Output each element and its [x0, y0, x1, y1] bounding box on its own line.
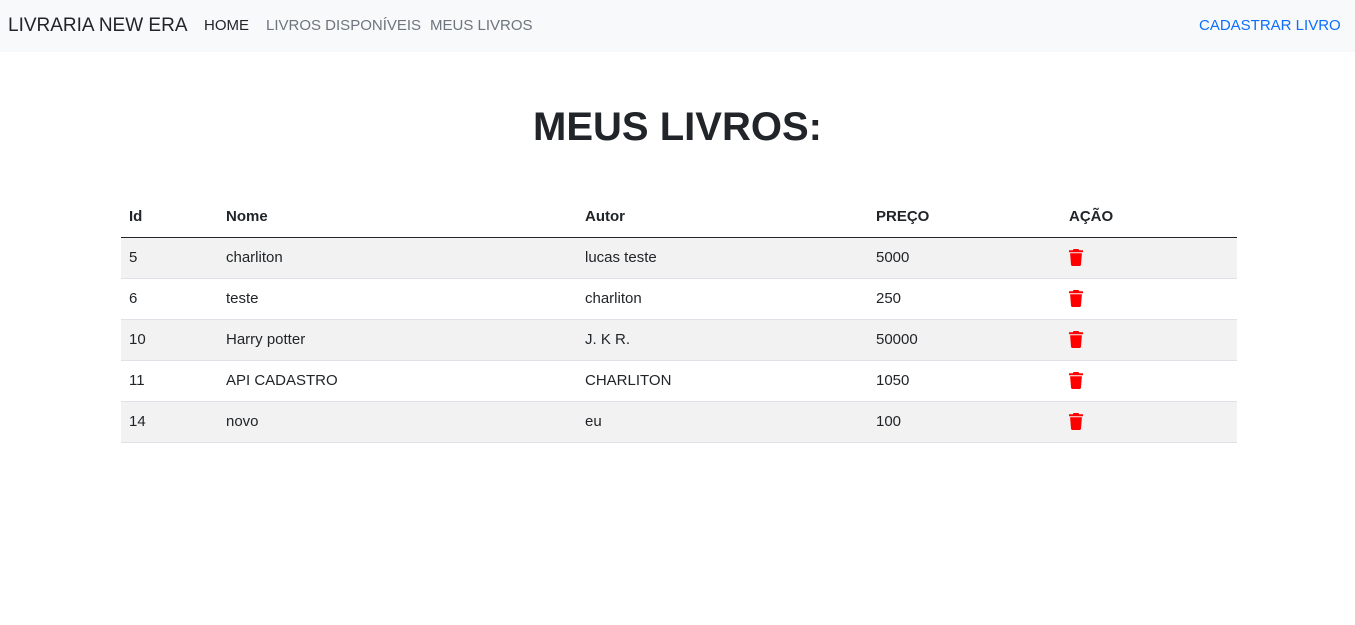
cell-preco: 100: [868, 401, 1061, 443]
table-header-row: Id Nome Autor PREÇO AÇÃO: [121, 197, 1237, 238]
table-header: Id Nome Autor PREÇO AÇÃO: [121, 197, 1237, 238]
cell-id: 11: [121, 360, 218, 402]
header-autor: Autor: [577, 197, 868, 238]
nav-meus-livros[interactable]: MEUS LIVROS: [430, 16, 533, 36]
cell-acao: [1061, 360, 1237, 402]
navbar: LIVRARIA NEW ERA HOME LIVROS DISPONÍVEIS…: [0, 0, 1355, 52]
table-row: 10 Harry potter J. K R. 50000: [121, 319, 1237, 361]
cell-acao: [1061, 237, 1237, 279]
cell-nome: API CADASTRO: [218, 360, 577, 402]
cell-preco: 50000: [868, 319, 1061, 361]
cell-nome: Harry potter: [218, 319, 577, 361]
cell-id: 10: [121, 319, 218, 361]
books-table: Id Nome Autor PREÇO AÇÃO 5 charliton luc…: [121, 197, 1237, 443]
table-row: 14 novo eu 100: [121, 401, 1237, 443]
cell-preco: 1050: [868, 360, 1061, 402]
cell-autor: eu: [577, 401, 868, 443]
cell-autor: J. K R.: [577, 319, 868, 361]
cell-id: 6: [121, 278, 218, 320]
cell-preco: 250: [868, 278, 1061, 320]
cell-preco: 5000: [868, 237, 1061, 279]
cell-acao: [1061, 401, 1237, 443]
trash-icon[interactable]: [1069, 413, 1083, 431]
cell-acao: [1061, 319, 1237, 361]
header-id: Id: [121, 197, 218, 238]
cell-autor: charliton: [577, 278, 868, 320]
cell-autor: CHARLITON: [577, 360, 868, 402]
cell-id: 5: [121, 237, 218, 279]
table-body: 5 charliton lucas teste 5000 6 teste cha…: [121, 237, 1237, 443]
nav-cadastrar-livro[interactable]: CADASTRAR LIVRO: [1199, 16, 1341, 36]
cell-autor: lucas teste: [577, 237, 868, 279]
cell-nome: teste: [218, 278, 577, 320]
trash-icon[interactable]: [1069, 290, 1083, 308]
page-title: MEUS LIVROS:: [533, 105, 822, 149]
cell-nome: novo: [218, 401, 577, 443]
cell-nome: charliton: [218, 237, 577, 279]
header-preco: PREÇO: [868, 197, 1061, 238]
table-row: 5 charliton lucas teste 5000: [121, 237, 1237, 279]
header-nome: Nome: [218, 197, 577, 238]
nav-livros-disponiveis[interactable]: LIVROS DISPONÍVEIS: [266, 16, 421, 36]
trash-icon[interactable]: [1069, 249, 1083, 267]
trash-icon[interactable]: [1069, 331, 1083, 349]
cell-acao: [1061, 278, 1237, 320]
nav-home[interactable]: HOME: [204, 16, 249, 36]
table-row: 11 API CADASTRO CHARLITON 1050: [121, 360, 1237, 402]
header-acao: AÇÃO: [1061, 197, 1237, 238]
cell-id: 14: [121, 401, 218, 443]
trash-icon[interactable]: [1069, 372, 1083, 390]
table-row: 6 teste charliton 250: [121, 278, 1237, 320]
brand-link[interactable]: LIVRARIA NEW ERA: [8, 15, 188, 37]
